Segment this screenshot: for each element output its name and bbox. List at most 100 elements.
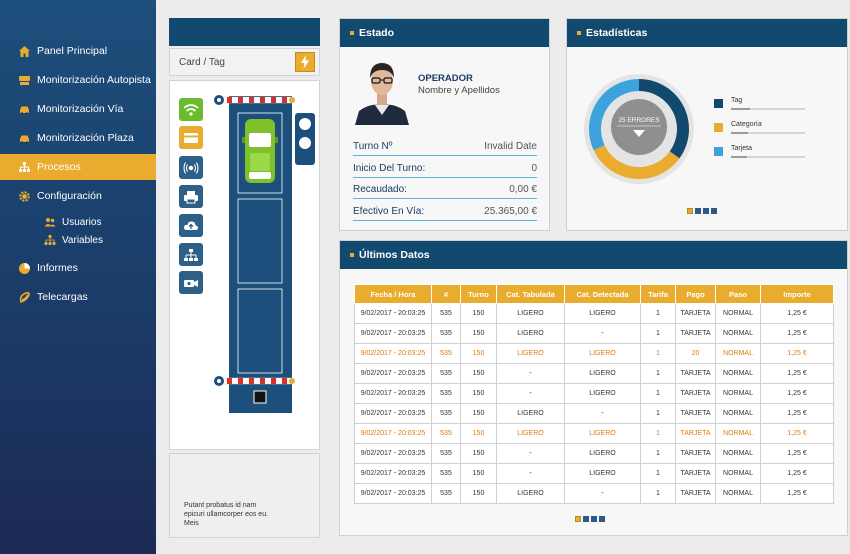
legend-bar (731, 132, 805, 134)
nav-monitorizacion-autopista[interactable]: Monitorización Autopista (0, 67, 156, 93)
legend-bar-fill (731, 156, 748, 158)
table-cell: LIGERO (496, 323, 565, 344)
ultimos-header: Últimos Datos (340, 241, 847, 269)
table-row[interactable]: 9/02/2017 - 20:03:25 535 150 LIGERO -1 TARJET… (354, 403, 834, 424)
nav-monitorizacion-via[interactable]: Monitorización Vía (0, 96, 156, 122)
legend-label: Categoría (731, 121, 762, 128)
table-row[interactable]: 9/02/2017 - 20:03:25 535 150 LIGERO LIGERO 1 T… (354, 303, 834, 324)
table-cell: 150 (460, 303, 497, 324)
nav-panel-principal[interactable]: Panel Principal (0, 38, 156, 64)
table-cell: 20 (675, 343, 716, 364)
signal-icon (183, 161, 199, 174)
nav-telecargas[interactable]: Telecargas (0, 284, 156, 310)
camera-button[interactable] (179, 271, 203, 294)
column-header: Fecha / Hora (354, 284, 432, 304)
nav-informes[interactable]: Informes (0, 255, 156, 281)
table-cell: 9/02/2017 - 20:03:25 (354, 363, 432, 384)
table-cell: - (496, 463, 565, 484)
stats-pager (687, 208, 717, 214)
card-tag-label: Card / Tag (179, 56, 225, 68)
row-value: 0,00 € (509, 184, 537, 195)
avatar (355, 53, 409, 125)
table-cell: LIGERO (564, 383, 641, 404)
table-cell: 535 (431, 463, 461, 484)
cloud-upload-button[interactable] (179, 214, 203, 237)
nav-configuracion[interactable]: Configuración (0, 183, 156, 209)
nav-sub-variables[interactable]: Variables (44, 234, 103, 246)
nav-sub-usuarios[interactable]: Usuarios (44, 216, 101, 228)
pager-dot[interactable] (687, 208, 693, 214)
pager-dot[interactable] (695, 208, 701, 214)
column-header: Pago (675, 284, 716, 304)
process-icon (18, 161, 31, 174)
nav-monitorizacion-plaza[interactable]: Monitorización Plaza (0, 125, 156, 151)
signal-button[interactable] (179, 156, 203, 179)
row-key: Efectivo En Vía: (353, 206, 425, 217)
wifi-button[interactable] (179, 98, 203, 121)
operator-name: Nombre y Apellidos (418, 85, 500, 96)
legend-bar-fill (731, 132, 749, 134)
highway-icon (18, 74, 31, 87)
pager-dot[interactable] (599, 516, 605, 522)
table-cell: NORMAL (715, 423, 761, 444)
bolt-button[interactable] (295, 52, 315, 72)
table-cell: NORMAL (715, 443, 761, 464)
pager-dot[interactable] (591, 516, 597, 522)
home-icon (18, 45, 31, 58)
row-key: Turno Nº (353, 141, 393, 152)
table-cell: 9/02/2017 - 20:03:25 (354, 303, 432, 324)
table-cell: LIGERO (564, 423, 641, 444)
table-cell: 535 (431, 343, 461, 364)
legend-item-tag: Tag (714, 97, 805, 110)
table-cell: 1 (640, 383, 676, 404)
table-header-row: Fecha / Hora # Turno Cat. Tabulada Cat. Dete… (354, 284, 834, 304)
row-value: 0 (531, 163, 537, 174)
table-row[interactable]: 9/02/2017 - 20:03:25 535 150- LIGERO 1 TARJET… (354, 463, 834, 484)
legend-swatch (714, 123, 723, 132)
note-text: Putant probatus id nam epicuri ullamcorp… (184, 502, 269, 527)
table-cell: 535 (431, 423, 461, 444)
card-button[interactable] (179, 126, 203, 149)
table-cell: LIGERO (496, 403, 565, 424)
table-pager (575, 516, 605, 522)
estadisticas-header: Estadísticas (567, 19, 847, 47)
table-cell: 150 (460, 323, 497, 344)
table-cell: 9/02/2017 - 20:03:25 (354, 423, 432, 444)
pager-dot[interactable] (575, 516, 581, 522)
table-cell: NORMAL (715, 343, 761, 364)
table-cell: 9/02/2017 - 20:03:25 (354, 403, 432, 424)
column-header: # (431, 284, 461, 304)
table-cell: 9/02/2017 - 20:03:25 (354, 343, 432, 364)
table-cell: 535 (431, 303, 461, 324)
pager-dot[interactable] (583, 516, 589, 522)
pager-dot[interactable] (711, 208, 717, 214)
estado-row-recaudado: Recaudado: 0,00 € (353, 181, 537, 199)
table-cell: 150 (460, 363, 497, 384)
network-icon (44, 234, 56, 246)
pie-icon (18, 262, 31, 275)
nav-procesos[interactable]: Procesos (0, 154, 156, 180)
table-row[interactable]: 9/02/2017 - 20:03:25 535 150 LIGERO LIGERO 1 T… (354, 423, 834, 444)
printer-button[interactable] (179, 185, 203, 208)
pager-dot[interactable] (703, 208, 709, 214)
lane-diagram (214, 95, 315, 413)
table-row[interactable]: 9/02/2017 - 20:03:25 535 150 LIGERO -1 TARJET… (354, 483, 834, 504)
table-cell: 535 (431, 443, 461, 464)
table-cell: - (496, 383, 565, 404)
table-cell: 1 (640, 303, 676, 324)
table-row[interactable]: 9/02/2017 - 20:03:25 535 150- LIGERO 1 TARJET… (354, 363, 834, 384)
legend-label: Tag (731, 97, 743, 104)
legend-item-tarjeta: Tarjeta (714, 145, 805, 158)
table-row[interactable]: 9/02/2017 - 20:03:25 535 150- LIGERO 1 TARJET… (354, 443, 834, 464)
table-row[interactable]: 9/02/2017 - 20:03:25 535 150 LIGERO LIGERO 1 2… (354, 343, 834, 364)
car-icon (18, 132, 31, 145)
table-row[interactable]: 9/02/2017 - 20:03:25 535 150 LIGERO -1 TARJET… (354, 323, 834, 344)
table-cell: 535 (431, 363, 461, 384)
table-row[interactable]: 9/02/2017 - 20:03:25 535 150- LIGERO 1 TARJET… (354, 383, 834, 404)
table-cell: LIGERO (564, 363, 641, 384)
network-button[interactable] (179, 243, 203, 266)
legend-item-categoria: Categoría (714, 121, 805, 134)
table-cell: 1 (640, 403, 676, 424)
table-cell: LIGERO (564, 303, 641, 324)
table-cell: 150 (460, 403, 497, 424)
